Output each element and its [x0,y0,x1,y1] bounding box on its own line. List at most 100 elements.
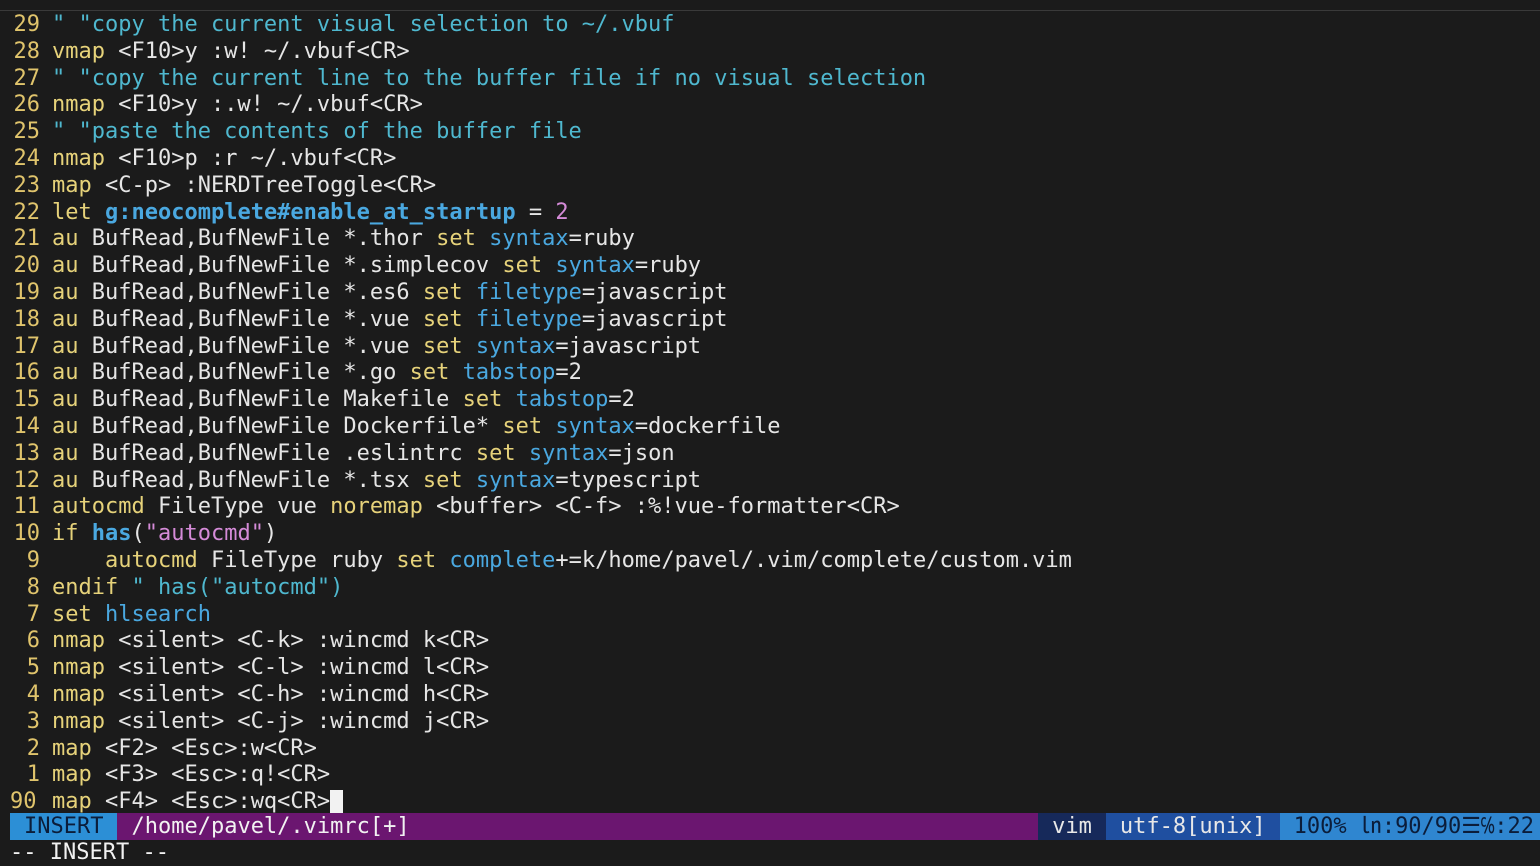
line-text: map <F3> <Esc>:q!<CR> [52,762,330,789]
token: <F10>y :.w! ~/.vbuf<CR> [104,92,423,118]
token: <C-p> :NERDTreeToggle<CR> [91,172,437,198]
line-number: 1 [26,762,40,788]
line-text: let g:neocomplete#enable_at_startup = 2 [52,200,569,227]
code-line[interactable]: 25 " "paste the contents of the buffer fi… [0,119,1540,146]
line-number: 15 [13,387,41,413]
code-line[interactable]: 23 map <C-p> :NERDTreeToggle<CR> [0,173,1540,200]
code-line[interactable]: 15 au BufRead,BufNewFile Makefile set tab… [0,387,1540,414]
token: BufRead,BufNewFile *.vue [78,306,423,332]
line-number: 5 [26,655,40,681]
code-line[interactable]: 29 " "copy the current visual selection t… [0,12,1540,39]
code-line[interactable]: 4 nmap <silent> <C-h> :wincmd h<CR> [0,682,1540,709]
code-line[interactable]: 18 au BufRead,BufNewFile *.vue set filety… [0,307,1540,334]
line-number: 2 [26,735,40,761]
command-line[interactable]: -- INSERT -- [10,840,169,866]
token: set [436,226,476,252]
code-line[interactable]: 20 au BufRead,BufNewFile *.simplecov set … [0,253,1540,280]
token: =2 [608,387,635,413]
line-text: nmap <silent> <C-l> :wincmd l<CR> [52,655,489,682]
code-line[interactable]: 3 nmap <silent> <C-j> :wincmd j<CR> [0,709,1540,736]
line-number: 9 [26,547,40,573]
line-number: 12 [13,467,41,493]
line-number: 4 [26,681,40,707]
token: endif [52,574,119,600]
line-text: autocmd FileType ruby set complete+=k/ho… [52,548,1072,575]
line-text: map <F4> <Esc>:wq<CR> [52,789,344,816]
token: noremap [330,494,423,520]
line-text: map <F2> <Esc>:w<CR> [52,736,317,763]
token: au [52,333,79,359]
token: tabstop [462,360,556,386]
token: BufRead,BufNewFile .eslintrc [78,440,476,466]
code-line[interactable]: 12 au BufRead,BufNewFile *.tsx set syntax… [0,468,1540,495]
token: set [52,601,92,627]
token: =javascript [581,306,728,332]
line-number: 24 [13,145,41,171]
token: tabstop [515,387,609,413]
code-line[interactable]: 14 au BufRead,BufNewFile Dockerfile* set … [0,414,1540,441]
line-number: 28 [13,38,41,64]
token: =javascript [581,279,728,305]
code-line[interactable]: 26 nmap <F10>y :.w! ~/.vbuf<CR> [0,92,1540,119]
token: syntax [475,333,556,359]
line-number: 16 [13,360,41,386]
line-number: 3 [26,708,40,734]
line-number: 8 [26,574,40,600]
token: set [462,387,503,413]
line-number: 27 [13,65,41,91]
code-line[interactable]: 21 au BufRead,BufNewFile *.thor set synta… [0,226,1540,253]
encoding-indicator: utf-8[unix] [1105,813,1280,840]
code-line[interactable]: 27 " "copy the current line to the buffer… [0,66,1540,93]
token: " "copy the current line to the buffer f… [52,65,927,91]
line-number: 13 [13,440,41,466]
token: = [515,199,556,225]
token: set [422,306,463,332]
token: BufRead,BufNewFile *.vue [78,333,423,359]
line-number: 21 [13,226,41,252]
code-line[interactable]: 7 set hlsearch [0,602,1540,629]
token: map [52,789,92,815]
line-text: nmap <F10>p :r ~/.vbuf<CR> [52,146,396,173]
line-number: 23 [13,172,41,198]
code-line[interactable]: 17 au BufRead,BufNewFile *.vue set syntax… [0,334,1540,361]
token: <F10>p :r ~/.vbuf<CR> [104,145,397,171]
code-line[interactable]: 5 nmap <silent> <C-l> :wincmd l<CR> [0,655,1540,682]
code-line[interactable]: 6 nmap <silent> <C-k> :wincmd k<CR> [0,628,1540,655]
code-line[interactable]: 8 endif " has("autocmd") [0,575,1540,602]
token: set [422,333,463,359]
code-line[interactable]: 24 nmap <F10>p :r ~/.vbuf<CR> [0,146,1540,173]
code-line[interactable]: 11 autocmd FileType vue noremap <buffer> … [0,494,1540,521]
line-text: autocmd FileType vue noremap <buffer> <C… [52,494,900,521]
token: syntax [555,413,635,439]
line-number: 29 [13,12,41,37]
token: <F4> <Esc>:wq<CR> [91,789,331,815]
token: au [52,440,79,466]
token: map [52,172,92,198]
token: syntax [555,253,635,279]
window-top-border [0,10,1540,11]
token: nmap [52,92,105,118]
code-line[interactable]: 16 au BufRead,BufNewFile *.go set tabstop… [0,360,1540,387]
code-line[interactable]: 13 au BufRead,BufNewFile .eslintrc set sy… [0,441,1540,468]
line-number: 26 [13,92,41,118]
code-line[interactable]: 10 if has("autocmd") [0,521,1540,548]
editor-buffer[interactable]: 29 " "copy the current visual selection t… [0,12,1540,816]
code-line[interactable]: 22 let g:neocomplete#enable_at_startup = … [0,200,1540,227]
current-line[interactable]: 90 map <F4> <Esc>:wq<CR> [0,789,1540,816]
code-line[interactable]: 9 autocmd FileType ruby set complete+=k/… [0,548,1540,575]
token: syntax [475,467,556,493]
code-line[interactable]: 19 au BufRead,BufNewFile *.es6 set filety… [0,280,1540,307]
token: set [422,467,463,493]
line-text: au BufRead,BufNewFile *.tsx set syntax=t… [52,468,701,495]
code-line[interactable]: 2 map <F2> <Esc>:w<CR> [0,736,1540,763]
code-line[interactable]: 28 vmap <F10>y :w! ~/.vbuf<CR> [0,39,1540,66]
line-number: 7 [26,601,40,627]
token: <F3> <Esc>:q!<CR> [91,762,331,788]
code-line[interactable]: 1 map <F3> <Esc>:q!<CR> [0,762,1540,789]
token: BufRead,BufNewFile *.simplecov [78,253,503,279]
